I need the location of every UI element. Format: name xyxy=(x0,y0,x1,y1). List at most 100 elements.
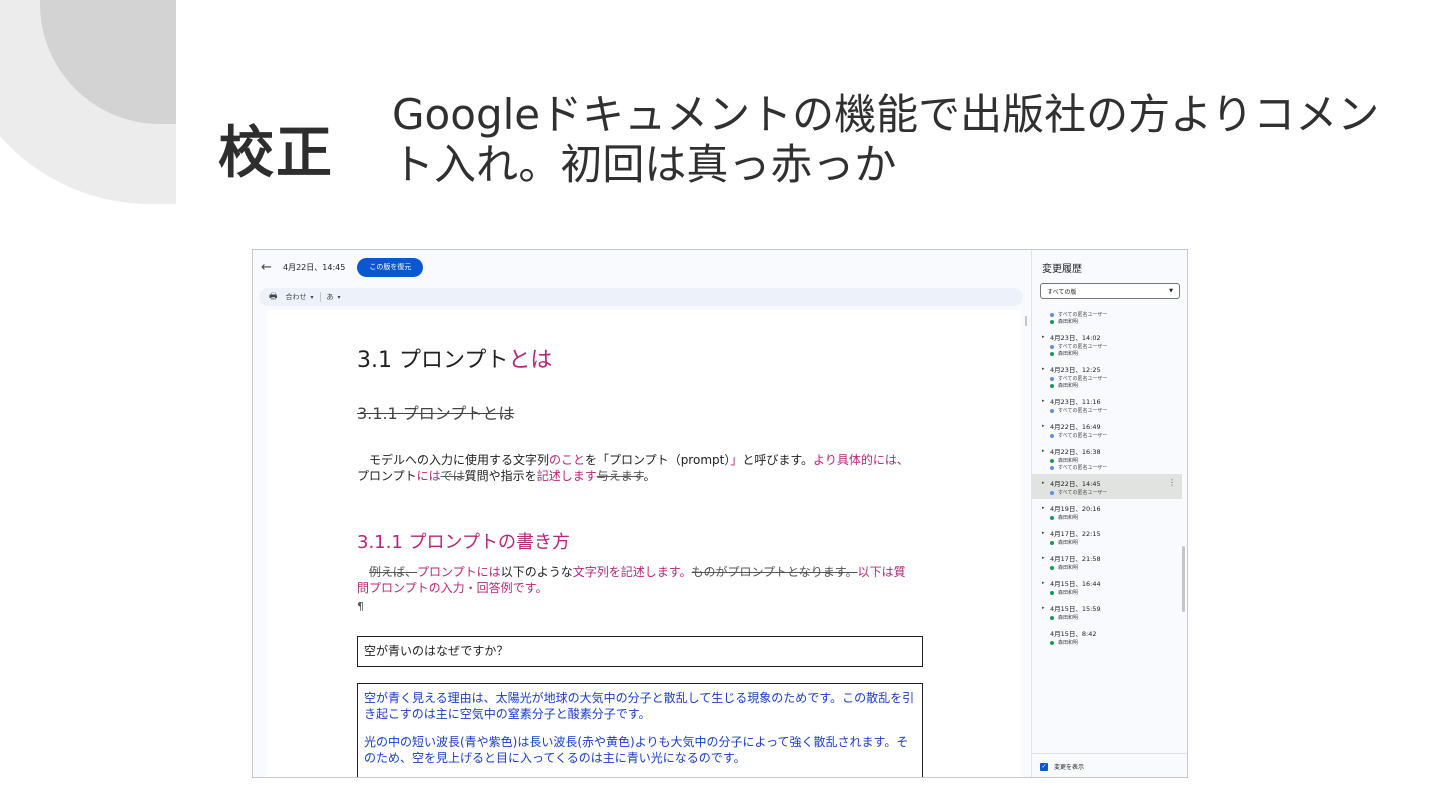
expand-arrow-icon[interactable]: ▸ xyxy=(1042,448,1050,454)
version-users: 森田和明 すべての匿名ユーザー xyxy=(1042,457,1182,471)
answer-paragraph: 空が青く見える理由は、太陽光が地球の大気中の分子と散乱して生じる現象のためです。… xyxy=(364,691,915,721)
version-name-row: ▸ 4月17日、21:58 xyxy=(1042,553,1182,563)
editor-color-dot xyxy=(1050,312,1054,317)
editor-name: 森田和明 xyxy=(1058,615,1079,621)
expand-arrow-icon[interactable]: ▸ xyxy=(1042,530,1050,536)
arrow-left-icon[interactable]: ← xyxy=(261,260,279,275)
editor-color-dot xyxy=(1050,433,1054,438)
version-users: 森田和明 xyxy=(1042,589,1182,596)
editor-name: 森田和明 xyxy=(1058,351,1079,357)
expand-arrow-icon[interactable]: ▸ xyxy=(1042,334,1050,340)
deleted-text: 与えます xyxy=(596,469,644,483)
text: 。 xyxy=(643,469,656,483)
version-item[interactable]: ▸ 4月17日、21:58 森田和明 xyxy=(1032,549,1182,574)
version-item[interactable]: ▸ 4月22日、14:45 ⋮ すべての匿名ユーザー xyxy=(1032,474,1182,499)
version-name: 4月17日、21:58 xyxy=(1050,555,1101,563)
editor-color-dot xyxy=(1050,515,1054,520)
panel-scrollbar[interactable] xyxy=(1182,546,1185,612)
zoom-select[interactable]: 合わせ xyxy=(286,292,307,302)
version-name: 4月15日、16:44 xyxy=(1050,580,1101,588)
show-changes-label: 変更を表示 xyxy=(1054,764,1085,771)
editor-name: 森田和明 xyxy=(1058,640,1079,646)
deleted-text: ものがプロンプトとなります。 xyxy=(691,565,858,579)
heading-text: 3.1 プロンプト xyxy=(357,348,509,373)
filter-value: すべての版 xyxy=(1047,288,1077,296)
version-name-row: ▸ 4月15日、15:59 xyxy=(1042,603,1182,613)
restore-version-button[interactable]: この版を復元 xyxy=(357,257,424,277)
chevron-down-icon[interactable]: ▾ xyxy=(338,294,341,301)
editor-name: すべての匿名ユーザー xyxy=(1058,490,1108,496)
expand-arrow-icon[interactable]: ▸ xyxy=(1042,605,1050,611)
version-users: すべての匿名ユーザー 森田和明 xyxy=(1042,375,1182,389)
expand-arrow-icon[interactable]: ▸ xyxy=(1042,398,1050,404)
editor-color-dot xyxy=(1050,383,1054,388)
editor-name: すべての匿名ユーザー xyxy=(1058,408,1108,414)
editor-name: 森田和明 xyxy=(1058,515,1079,521)
version-item[interactable]: すべての匿名ユーザー 森田和明 xyxy=(1032,306,1182,328)
version-item[interactable]: ▸ 4月23日、14:02 すべての匿名ユーザー 森田和明 xyxy=(1032,328,1182,360)
version-item[interactable]: ▸ 4月15日、16:44 森田和明 xyxy=(1032,574,1182,599)
version-item[interactable]: ▸ 4月22日、16:49 すべての匿名ユーザー xyxy=(1032,417,1182,442)
editor-row: 森田和明 xyxy=(1042,382,1182,389)
editor-row: 森田和明 xyxy=(1042,539,1182,546)
print-icon[interactable]: 🖶 xyxy=(269,289,278,305)
version-users: 森田和明 xyxy=(1042,539,1182,546)
version-item[interactable]: ▸ 4月23日、11:16 すべての匿名ユーザー xyxy=(1032,392,1182,417)
editor-row: 森田和明 xyxy=(1042,639,1182,646)
version-name: 4月22日、14:45 xyxy=(1050,480,1101,488)
doc-scrollbar[interactable] xyxy=(1025,316,1027,326)
expand-arrow-icon[interactable]: ▸ xyxy=(1042,580,1050,586)
show-changes-row[interactable]: ✓ 変更を表示 xyxy=(1032,753,1187,777)
input-mode-select[interactable]: あ xyxy=(327,292,334,302)
version-item[interactable]: ▸ 4月22日、16:38 森田和明 すべての匿名ユーザー xyxy=(1032,442,1182,474)
version-name-row: ▸ 4月22日、14:45 xyxy=(1042,478,1182,488)
text: を「プロンプト（prompt） xyxy=(585,453,731,467)
inserted-text: のこと xyxy=(549,453,586,467)
editor-color-dot xyxy=(1050,458,1054,463)
expand-arrow-icon[interactable]: ▸ xyxy=(1042,555,1050,561)
inserted-text: 文字列を記述します。 xyxy=(572,565,692,579)
version-name: 4月15日、15:59 xyxy=(1050,605,1101,613)
version-filter-select[interactable]: すべての版 ▼ xyxy=(1040,283,1180,299)
expand-arrow-icon[interactable]: ▸ xyxy=(1042,423,1050,429)
checkbox-checked-icon[interactable]: ✓ xyxy=(1040,762,1048,771)
version-name-row: ▸ 4月22日、16:49 xyxy=(1042,421,1182,431)
paragraph-definition: モデルへの入力に使用する文字列のことを「プロンプト（prompt）」と呼びます。… xyxy=(357,452,917,484)
caret-down-icon: ▼ xyxy=(1169,288,1173,294)
version-users: すべての匿名ユーザー 森田和明 xyxy=(1042,311,1182,325)
editor-row: 森田和明 xyxy=(1042,614,1182,621)
editor-color-dot xyxy=(1050,351,1054,356)
expand-arrow-icon[interactable]: ▸ xyxy=(1042,366,1050,372)
chevron-down-icon[interactable]: ▾ xyxy=(311,294,314,301)
more-vert-icon[interactable]: ⋮ xyxy=(1168,478,1176,487)
expand-arrow-icon[interactable]: ▸ xyxy=(1042,480,1050,486)
version-item[interactable]: ▸ 4月19日、20:16 森田和明 xyxy=(1032,499,1182,524)
editor-row: すべての匿名ユーザー xyxy=(1042,407,1182,414)
version-users: 森田和明 xyxy=(1042,614,1182,621)
editor-row: 森田和明 xyxy=(1042,589,1182,596)
version-name-row: ▸ 4月23日、11:16 xyxy=(1042,396,1182,406)
deleted-text: 例えば、 xyxy=(369,565,418,579)
version-name: 4月19日、20:16 xyxy=(1050,505,1101,513)
version-item[interactable]: 4月15日、8:42 森田和明 xyxy=(1032,624,1182,649)
editor-color-dot xyxy=(1050,319,1054,324)
editor-name: 森田和明 xyxy=(1058,319,1079,325)
version-name: 4月17日、22:15 xyxy=(1050,530,1101,538)
version-item[interactable]: ▸ 4月23日、12:25 すべての匿名ユーザー 森田和明 xyxy=(1032,360,1182,392)
version-item[interactable]: ▸ 4月17日、22:15 森田和明 xyxy=(1032,524,1182,549)
version-name: 4月15日、8:42 xyxy=(1050,630,1097,638)
version-item[interactable]: ▸ 4月15日、15:59 森田和明 xyxy=(1032,599,1182,624)
expand-arrow-icon[interactable]: ▸ xyxy=(1042,505,1050,511)
version-list: すべての匿名ユーザー 森田和明 ▸ 4月23日、14:02 すべての匿名ユーザー 森田和明… xyxy=(1032,306,1182,649)
version-name: 4月23日、11:16 xyxy=(1050,398,1101,406)
editor-color-dot xyxy=(1050,540,1054,545)
corner-decoration xyxy=(0,0,180,210)
heading-section: 3.1 プロンプトとは xyxy=(357,342,552,374)
version-name-row: 4月15日、8:42 xyxy=(1042,628,1182,638)
answer-box: 空が青く見える理由は、太陽光が地球の大気中の分子と散乱して生じる現象のためです。… xyxy=(357,683,923,777)
version-name: 4月22日、16:38 xyxy=(1050,448,1101,456)
editor-row: すべての匿名ユーザー xyxy=(1042,489,1182,496)
subheading: 3.1.1 プロンプトの書き方 xyxy=(357,532,570,553)
version-users: すべての匿名ユーザー xyxy=(1042,407,1182,414)
deleted-heading: 3.1.1 プロンプトとは xyxy=(357,404,515,423)
